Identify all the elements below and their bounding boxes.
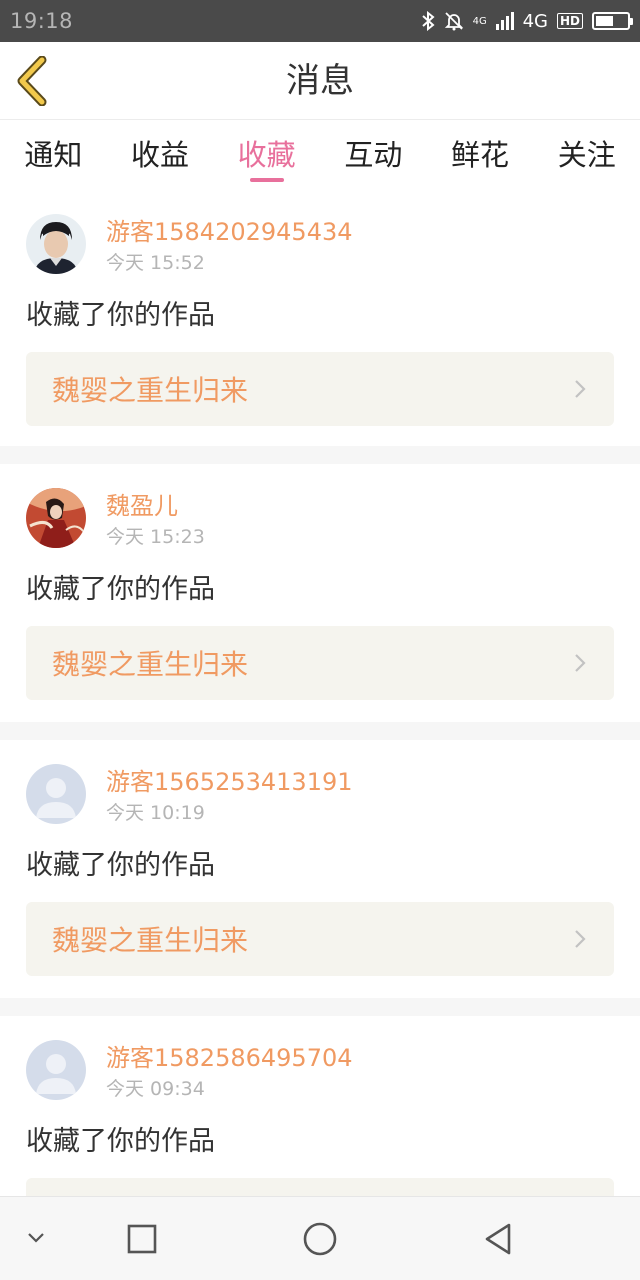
- collapse-button[interactable]: [20, 1221, 52, 1253]
- message-card: 游客1565253413191 今天 10:19 收藏了你的作品 魏婴之重生归来: [0, 740, 640, 998]
- chevron-right-icon: [575, 380, 586, 398]
- back-triangle-icon: [485, 1223, 511, 1255]
- photo-avatar-icon: [26, 214, 86, 274]
- tab-flowers[interactable]: 鲜花: [427, 120, 534, 190]
- username[interactable]: 魏盈儿: [106, 490, 205, 522]
- message-card: 魏盈儿 今天 15:23 收藏了你的作品 魏婴之重生归来: [0, 464, 640, 722]
- work-link[interactable]: 魏婴之重生归来: [26, 626, 614, 700]
- home-icon: [303, 1222, 337, 1256]
- page-title: 消息: [286, 61, 354, 101]
- avatar[interactable]: [26, 764, 86, 824]
- work-title: 魏婴之重生归来: [52, 648, 249, 681]
- network-small-label: 4G: [472, 15, 487, 27]
- top-nav-bar: 消息: [0, 42, 640, 120]
- tab-interactions[interactable]: 互动: [320, 120, 427, 190]
- message-time: 今天 09:34: [106, 1078, 205, 1100]
- chevron-right-icon: [575, 654, 586, 672]
- status-bar: 19:18 4G 4G HD: [0, 0, 640, 42]
- default-avatar-icon: [26, 764, 86, 824]
- status-time: 19:18: [10, 9, 74, 33]
- message-action-text: 收藏了你的作品: [26, 574, 215, 605]
- tab-earnings[interactable]: 收益: [107, 120, 214, 190]
- mute-bell-icon: [444, 11, 464, 31]
- tab-favorites[interactable]: 收藏: [213, 120, 320, 190]
- message-tabs: 通知 收益 收藏 互动 鲜花 关注: [0, 120, 640, 190]
- work-title: 魏婴之重生归来: [52, 924, 249, 957]
- message-time: 今天 15:23: [106, 526, 205, 548]
- tab-follows[interactable]: 关注: [533, 120, 640, 190]
- username[interactable]: 游客1565253413191: [106, 766, 353, 798]
- illustration-avatar-icon: [26, 488, 86, 548]
- avatar[interactable]: [26, 1040, 86, 1100]
- message-time: 今天 15:52: [106, 252, 205, 274]
- hd-badge: HD: [556, 13, 583, 29]
- avatar[interactable]: [26, 488, 86, 548]
- system-nav-bar: [0, 1196, 640, 1280]
- tab-notifications[interactable]: 通知: [0, 120, 107, 190]
- recent-apps-button[interactable]: [122, 1219, 162, 1259]
- avatar[interactable]: [26, 214, 86, 274]
- network-label: 4G: [522, 10, 548, 32]
- message-time: 今天 10:19: [106, 802, 205, 824]
- message-list: 游客1584202945434 今天 15:52 收藏了你的作品 魏婴之重生归来: [0, 190, 640, 1280]
- message-action-text: 收藏了你的作品: [26, 1126, 215, 1157]
- bluetooth-icon: [421, 11, 435, 31]
- username[interactable]: 游客1584202945434: [106, 216, 353, 248]
- default-avatar-icon: [26, 1040, 86, 1100]
- message-card: 游客1584202945434 今天 15:52 收藏了你的作品 魏婴之重生归来: [0, 190, 640, 446]
- signal-icon: [495, 12, 514, 30]
- collapse-chevron-icon: [28, 1233, 44, 1243]
- home-button[interactable]: [298, 1217, 342, 1261]
- system-back-button[interactable]: [478, 1219, 518, 1259]
- message-action-text: 收藏了你的作品: [26, 850, 215, 881]
- message-action-text: 收藏了你的作品: [26, 300, 215, 331]
- battery-icon: [592, 12, 633, 30]
- work-link[interactable]: 魏婴之重生归来: [26, 352, 614, 426]
- work-link[interactable]: 魏婴之重生归来: [26, 902, 614, 976]
- chevron-right-icon: [575, 930, 586, 948]
- recent-apps-icon: [127, 1224, 157, 1254]
- username[interactable]: 游客1582586495704: [106, 1042, 353, 1074]
- work-title: 魏婴之重生归来: [52, 374, 249, 407]
